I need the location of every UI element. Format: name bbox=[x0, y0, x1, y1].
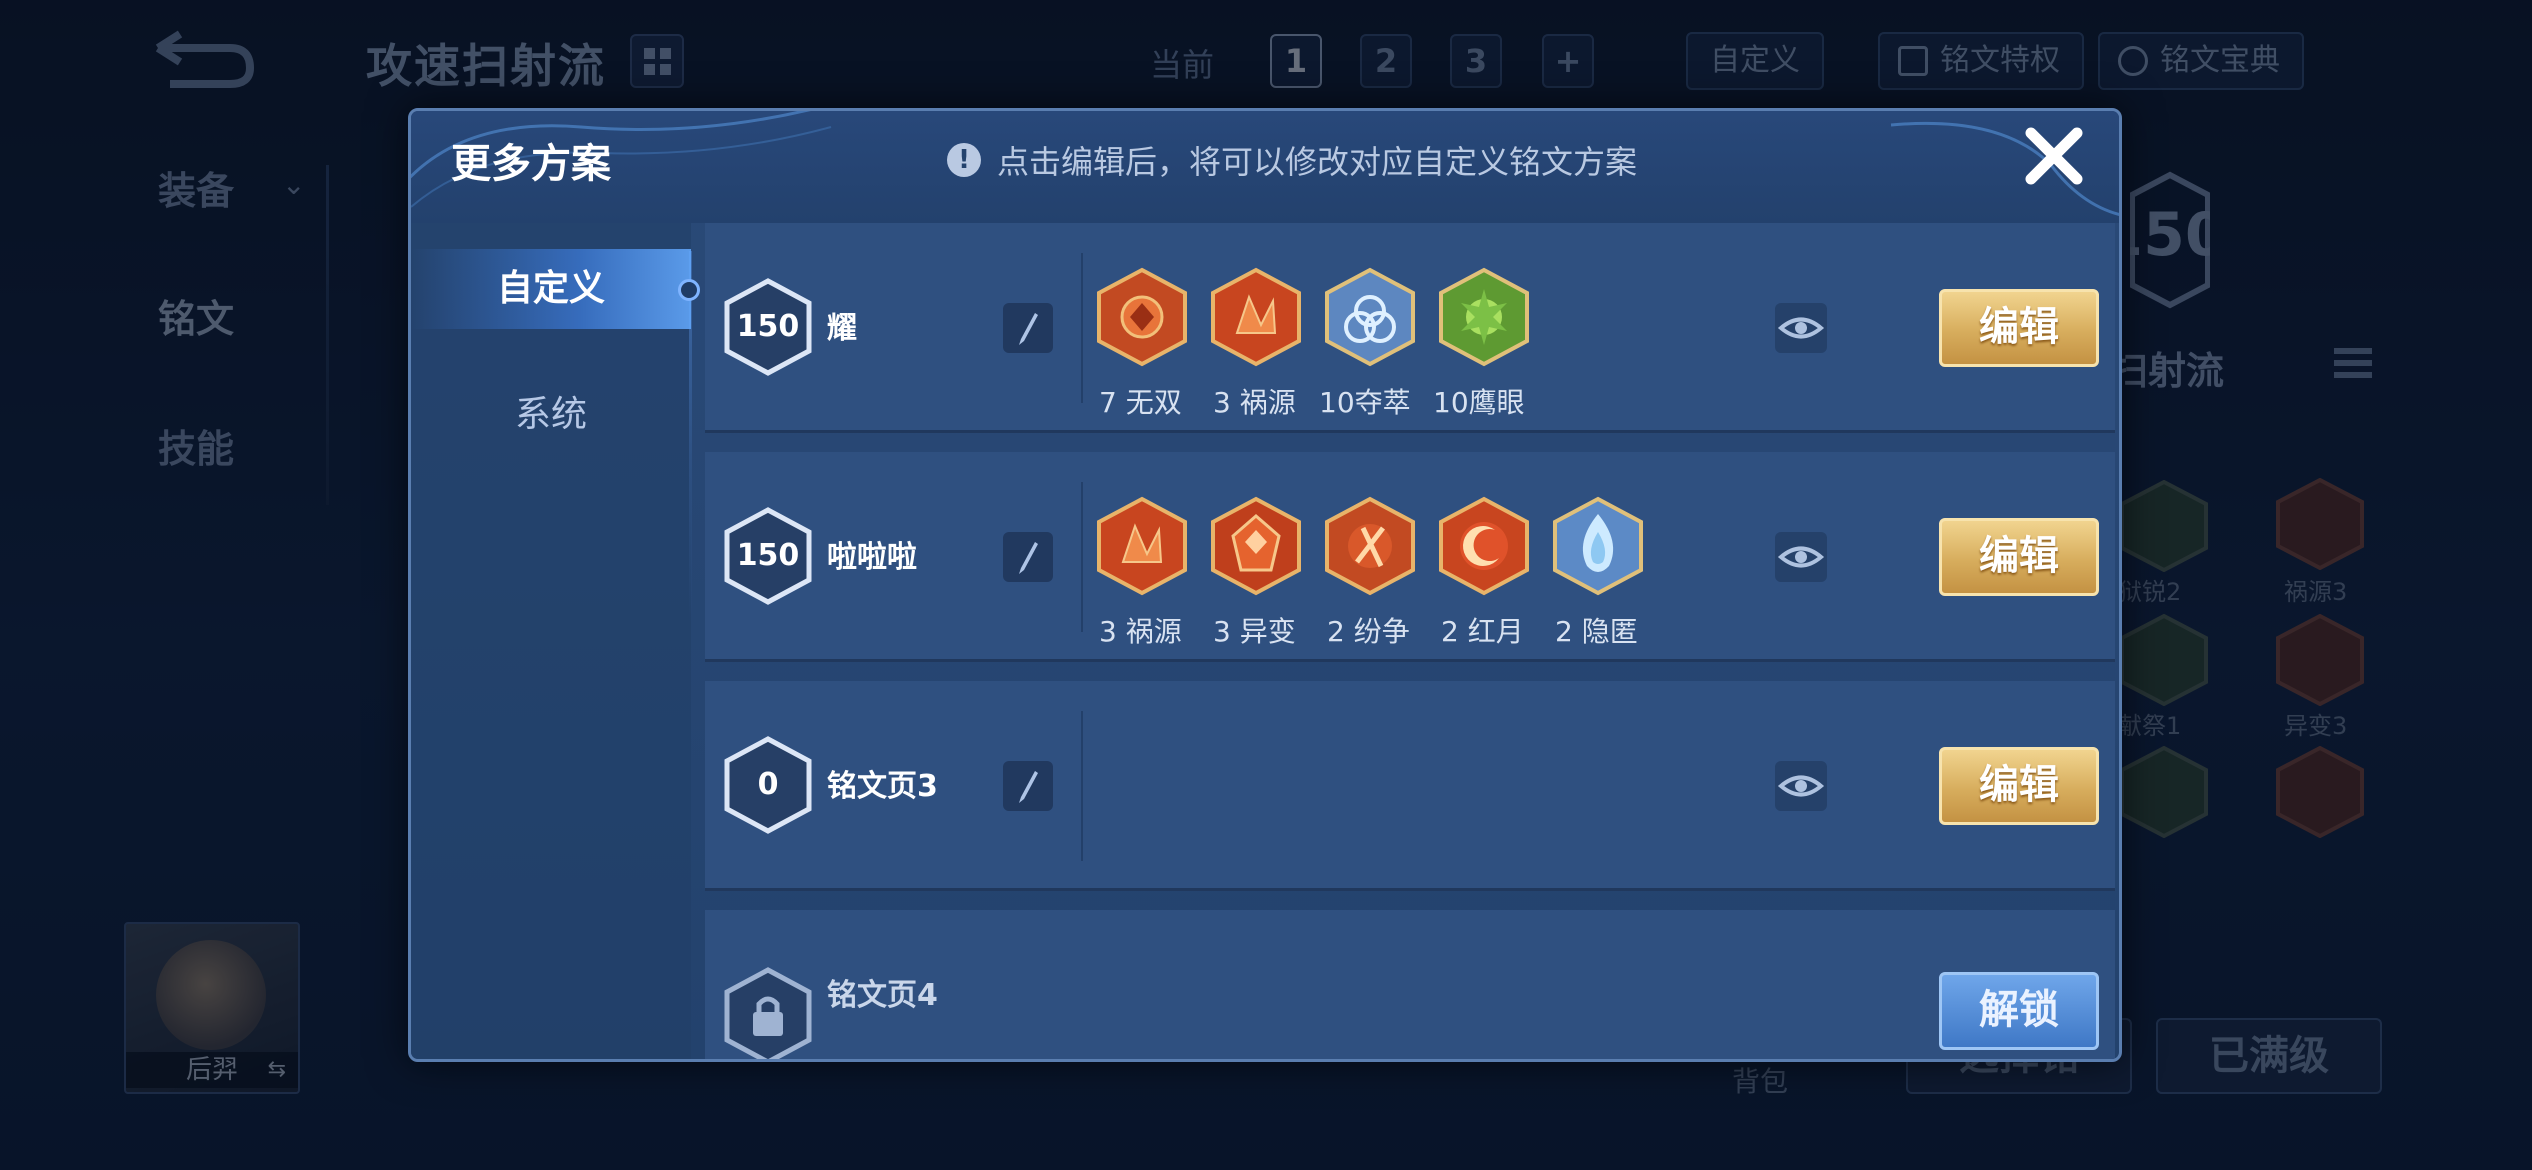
rune-privilege-label: 铭文特权 bbox=[1940, 43, 2060, 78]
rune-level: 150 bbox=[736, 309, 800, 344]
nav-equipment[interactable]: 装备 bbox=[158, 160, 234, 215]
page-button-2[interactable]: 2 bbox=[1360, 34, 1412, 88]
row-divider bbox=[1081, 482, 1083, 632]
rune-label: 7 无双 bbox=[1099, 386, 1182, 419]
right-build-title: 扫射流 bbox=[2110, 349, 2225, 393]
hint-label: 点击编辑后，将可以修改对应自定义铭文方案 bbox=[997, 143, 1638, 181]
rune-red-huoyuan-icon bbox=[1211, 267, 1301, 367]
eye-icon[interactable] bbox=[1775, 303, 1827, 353]
current-label: 当前 bbox=[1150, 46, 1215, 84]
rune-red-yibian-icon bbox=[1211, 496, 1301, 596]
nav-skills[interactable]: 技能 bbox=[158, 418, 234, 473]
rune-treasury-button[interactable]: 铭文宝典 bbox=[2098, 32, 2304, 90]
rune-page-row: 0 铭文页3 编辑 bbox=[705, 681, 2115, 891]
tab-custom[interactable]: 自定义 bbox=[411, 249, 691, 329]
edit-button[interactable]: 编辑 bbox=[1939, 747, 2099, 825]
svg-text:150: 150 bbox=[2130, 200, 2210, 270]
rename-pen-icon[interactable] bbox=[1003, 761, 1053, 811]
row-divider bbox=[1081, 711, 1083, 861]
edit-button[interactable]: 编辑 bbox=[1939, 289, 2099, 367]
rune-page-name: 啦啦啦 bbox=[827, 540, 917, 575]
tab-panel bbox=[411, 223, 691, 1059]
rune-slot-icon bbox=[2276, 746, 2364, 838]
eye-icon[interactable] bbox=[1775, 532, 1827, 582]
rune-label: 3 异变 bbox=[1213, 615, 1296, 648]
maxed-button[interactable]: 已满级 bbox=[2156, 1018, 2382, 1094]
hero-card[interactable]: 后羿 ⇆ bbox=[124, 922, 300, 1094]
rename-pen-icon[interactable] bbox=[1003, 303, 1053, 353]
rune-label: 2 红月 bbox=[1441, 615, 1524, 648]
rune-slot-icon bbox=[2120, 480, 2208, 572]
hero-name-text: 后羿 bbox=[185, 1055, 238, 1085]
rune-slot-icon bbox=[2120, 614, 2208, 706]
rune-green-yingyan-icon bbox=[1439, 267, 1529, 367]
rune-label: 3 祸源 bbox=[1213, 386, 1296, 419]
modal-title: 更多方案 bbox=[451, 141, 611, 187]
swap-icon[interactable]: ⇆ bbox=[268, 1052, 286, 1088]
rune-red-huoyuan-icon bbox=[1097, 496, 1187, 596]
rune-slot-label: 狱锐2 bbox=[2118, 578, 2182, 606]
tab-indicator bbox=[678, 279, 700, 301]
back-arrow-icon[interactable] bbox=[150, 28, 260, 88]
rune-slot-label: 祸源3 bbox=[2284, 578, 2348, 606]
eye-icon[interactable] bbox=[1775, 761, 1827, 811]
edit-button[interactable]: 编辑 bbox=[1939, 518, 2099, 596]
rune-level: 0 bbox=[757, 767, 779, 802]
unlock-button[interactable]: 解锁 bbox=[1939, 972, 2099, 1050]
rune-blue-duocui-icon bbox=[1325, 267, 1415, 367]
rune-page-row: 150 耀 7 无双 3 祸源 10夺萃 10鹰眼 编辑 bbox=[705, 223, 2115, 433]
page-button-3[interactable]: 3 bbox=[1450, 34, 1502, 88]
rename-pen-icon[interactable] bbox=[1003, 532, 1053, 582]
rune-label: 2 纷争 bbox=[1327, 615, 1410, 648]
treasury-icon bbox=[2118, 46, 2148, 76]
info-icon: ! bbox=[947, 143, 981, 177]
rune-level: 150 bbox=[736, 538, 800, 573]
add-page-button[interactable]: + bbox=[1542, 34, 1594, 88]
rune-slot-label: 异变3 bbox=[2284, 712, 2348, 740]
chevron-down-icon: ⌄ bbox=[282, 168, 306, 201]
page-button-1[interactable]: 1 bbox=[1270, 34, 1322, 88]
rune-page-name: 铭文页3 bbox=[827, 769, 938, 804]
rune-label: 10夺萃 bbox=[1319, 386, 1411, 419]
privilege-icon bbox=[1898, 46, 1928, 76]
hero-avatar bbox=[156, 940, 266, 1050]
rune-label: 2 隐匿 bbox=[1555, 615, 1638, 648]
level-hex-icon: 150 bbox=[2130, 171, 2210, 309]
rune-slot-label: 献祭1 bbox=[2118, 712, 2182, 740]
hint-text: ! 点击编辑后，将可以修改对应自定义铭文方案 bbox=[947, 137, 1637, 183]
rune-label: 3 祸源 bbox=[1099, 615, 1182, 648]
rune-page-name: 耀 bbox=[827, 311, 857, 346]
rune-slot-icon bbox=[2120, 746, 2208, 838]
rune-privilege-button[interactable]: 铭文特权 bbox=[1878, 32, 2084, 90]
nav-runes[interactable]: 铭文 bbox=[158, 288, 234, 343]
build-title: 攻速扫射流 bbox=[366, 39, 606, 93]
rune-slot-icon bbox=[2276, 614, 2364, 706]
rune-page-row-locked: 铭文页4 解锁 bbox=[705, 910, 2115, 1059]
hero-name: 后羿 ⇆ bbox=[126, 1052, 298, 1088]
nav-divider bbox=[326, 165, 329, 505]
custom-button[interactable]: 自定义 bbox=[1686, 32, 1824, 90]
menu-icon[interactable] bbox=[2330, 340, 2376, 386]
rune-label: 10鹰眼 bbox=[1433, 386, 1525, 419]
bag-label[interactable]: 背包 bbox=[1732, 1060, 1788, 1100]
rune-red-wushuang-icon bbox=[1097, 267, 1187, 367]
rune-page-name: 铭文页4 bbox=[827, 978, 938, 1013]
lock-icon bbox=[724, 967, 812, 1059]
rune-treasury-label: 铭文宝典 bbox=[2160, 43, 2280, 78]
rune-blue-yinni-icon bbox=[1553, 496, 1643, 596]
rune-red-hongyue-icon bbox=[1439, 496, 1529, 596]
grid-icon[interactable] bbox=[630, 34, 684, 88]
rune-red-fenzheng-icon bbox=[1325, 496, 1415, 596]
row-divider bbox=[1081, 253, 1083, 403]
rune-page-row: 150 啦啦啦 3 祸源 3 异变 2 纷争 2 红月 2 隐匿 编辑 bbox=[705, 452, 2115, 662]
tab-system[interactable]: 系统 bbox=[411, 375, 691, 455]
close-icon[interactable] bbox=[2021, 123, 2087, 189]
rune-slot-icon bbox=[2276, 478, 2364, 570]
more-plans-modal: 更多方案 ! 点击编辑后，将可以修改对应自定义铭文方案 自定义 系统 150 耀… bbox=[408, 108, 2122, 1062]
